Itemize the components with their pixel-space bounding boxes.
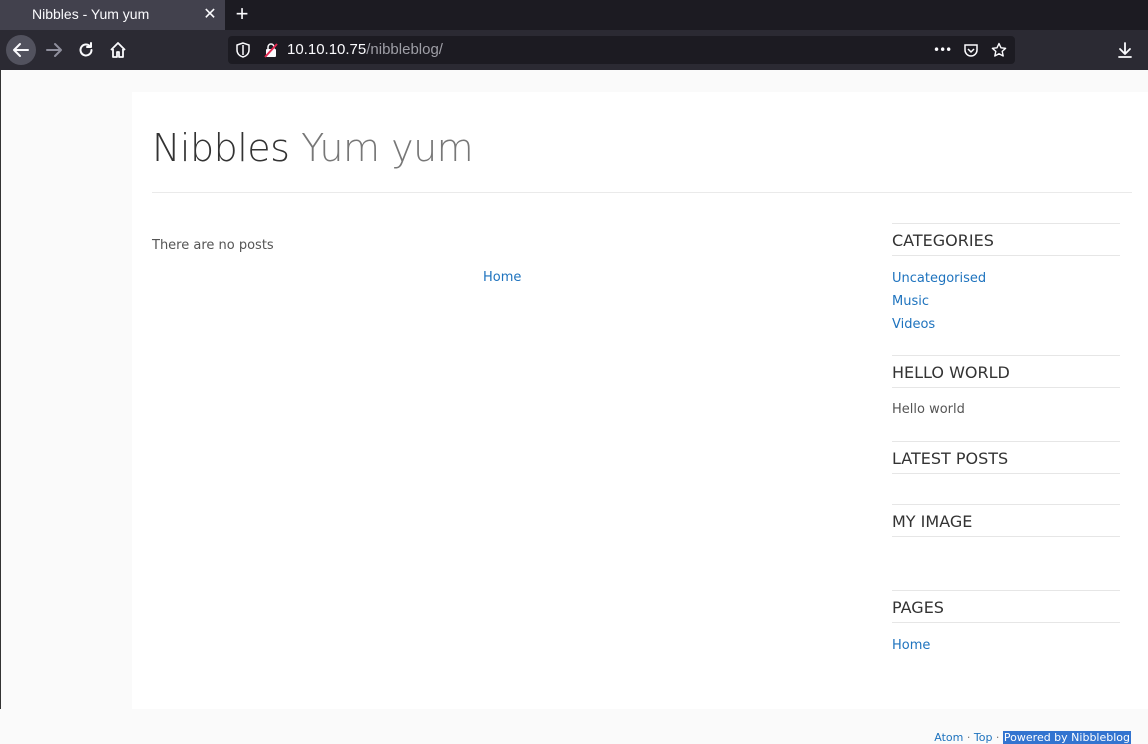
forward-arrow-icon xyxy=(46,43,62,57)
page-viewport: Nibbles Yum yum There are no posts Home … xyxy=(0,70,1148,744)
my-image-title: MY IMAGE xyxy=(892,504,1120,537)
my-image-widget: MY IMAGE xyxy=(892,504,1120,537)
site-slogan: Yum yum xyxy=(301,126,474,170)
downloads-button[interactable] xyxy=(1110,35,1140,65)
sidebar: CATEGORIES Uncategorised Music Videos HE… xyxy=(892,223,1120,657)
download-icon xyxy=(1118,42,1132,58)
hello-world-text: Hello world xyxy=(892,402,965,417)
no-posts-message: There are no posts xyxy=(152,238,274,253)
footer: Atom · Top · Powered by Nibbleblog xyxy=(934,731,1131,744)
reload-icon xyxy=(79,42,93,57)
category-videos[interactable]: Videos xyxy=(892,313,1120,336)
insecure-lock-icon[interactable] xyxy=(263,42,279,58)
top-link[interactable]: Top xyxy=(974,731,993,744)
page-home-link[interactable]: Home xyxy=(892,634,1120,657)
pocket-icon[interactable] xyxy=(963,42,979,58)
category-music[interactable]: Music xyxy=(892,290,1120,313)
latest-posts-title: LATEST POSTS xyxy=(892,441,1120,474)
tab-title: Nibbles - Yum yum xyxy=(32,6,150,22)
pages-widget: PAGES Home xyxy=(892,590,1120,657)
tab-bar: Nibbles - Yum yum ✕ + xyxy=(0,0,1148,30)
footer-separator: · xyxy=(963,731,974,744)
atom-link[interactable]: Atom xyxy=(934,731,963,744)
home-pager-link[interactable]: Home xyxy=(483,270,521,285)
blog-container: Nibbles Yum yum There are no posts Home … xyxy=(132,92,1148,709)
category-uncategorised[interactable]: Uncategorised xyxy=(892,267,1120,290)
close-tab-icon[interactable]: ✕ xyxy=(202,5,218,23)
hello-world-widget: HELLO WORLD Hello world xyxy=(892,355,1120,417)
pages-title: PAGES xyxy=(892,590,1120,623)
tab-active[interactable]: Nibbles - Yum yum ✕ xyxy=(0,0,225,30)
powered-by-link[interactable]: Powered by Nibbleblog xyxy=(1002,731,1131,744)
new-tab-button[interactable]: + xyxy=(232,3,252,25)
bookmark-star-icon[interactable] xyxy=(991,42,1007,58)
url-bar[interactable]: 10.10.10.75/nibbleblog/ ••• xyxy=(228,36,1015,64)
back-button[interactable] xyxy=(6,35,36,65)
hello-world-title: HELLO WORLD xyxy=(892,355,1120,388)
back-arrow-icon xyxy=(13,43,29,57)
reload-button[interactable] xyxy=(71,35,101,65)
categories-widget: CATEGORIES Uncategorised Music Videos xyxy=(892,223,1120,336)
latest-posts-widget: LATEST POSTS xyxy=(892,441,1120,474)
page-actions-icon[interactable]: ••• xyxy=(933,42,952,58)
nav-bar: 10.10.10.75/nibbleblog/ ••• xyxy=(0,30,1148,70)
home-icon xyxy=(110,42,126,58)
home-button[interactable] xyxy=(103,35,133,65)
site-title: Nibbles Yum yum xyxy=(152,126,474,170)
shield-icon[interactable] xyxy=(235,42,251,58)
forward-button[interactable] xyxy=(39,35,69,65)
categories-title: CATEGORIES xyxy=(892,223,1120,256)
url-text[interactable]: 10.10.10.75/nibbleblog/ xyxy=(287,41,443,58)
footer-separator: · xyxy=(992,731,1003,744)
header-divider xyxy=(152,192,1132,193)
